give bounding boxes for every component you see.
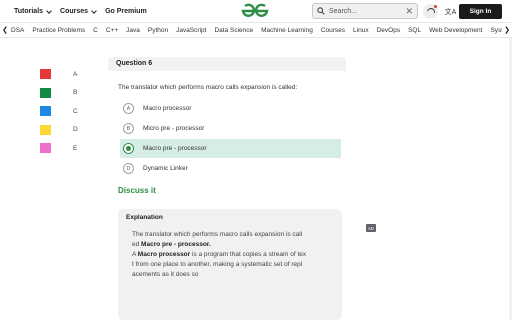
- category-item[interactable]: SQL: [408, 27, 421, 34]
- notification-dot: [434, 5, 437, 8]
- category-list: DSA Practice Problems C C++ Java Python JavaSc…: [10, 27, 502, 34]
- ad-badge[interactable]: AD: [366, 224, 376, 232]
- color-legend: A B C D E: [40, 65, 78, 158]
- courses-dropdown[interactable]: Courses: [60, 7, 97, 15]
- gfg-logo-icon[interactable]: [240, 2, 270, 20]
- legend-swatch: [40, 69, 51, 80]
- tutorials-dropdown[interactable]: Tutorials: [14, 7, 52, 15]
- go-premium-label: Go Premium: [105, 8, 147, 15]
- sign-in-button[interactable]: Sign In: [459, 4, 502, 19]
- legend-row: C: [40, 102, 78, 121]
- explanation-title: Explanation: [126, 214, 163, 221]
- translate-button[interactable]: 文A: [443, 4, 458, 19]
- legend-row: B: [40, 84, 78, 103]
- question-card: Question 6 The translator which performs…: [108, 57, 346, 320]
- category-item[interactable]: Courses: [321, 27, 345, 34]
- category-item[interactable]: C: [93, 27, 98, 34]
- legend-swatch: [40, 87, 51, 98]
- top-navbar: Tutorials Courses Go Premium Search... ✕…: [0, 0, 512, 23]
- answer-option-c[interactable]: Macro pre - processor: [120, 139, 341, 158]
- answer-option-a[interactable]: A Macro processor: [120, 99, 341, 118]
- search-box[interactable]: Search... ✕: [312, 3, 418, 19]
- dark-mode-toggle[interactable]: [423, 4, 438, 19]
- legend-row: D: [40, 121, 78, 140]
- explanation-panel: Explanation The translator which perform…: [118, 209, 342, 320]
- translate-icon: 文A: [444, 8, 457, 16]
- legend-label: B: [73, 89, 78, 97]
- category-item[interactable]: Machine Learning: [261, 27, 313, 34]
- option-text: Dynamic Linker: [143, 165, 188, 172]
- question-title: Question 6: [108, 57, 346, 71]
- search-input[interactable]: Search...: [329, 8, 405, 15]
- category-item[interactable]: JavaScript: [176, 27, 206, 34]
- category-item[interactable]: Linux: [353, 27, 369, 34]
- search-icon: [317, 7, 325, 15]
- discuss-link[interactable]: Discuss it: [118, 186, 156, 195]
- chevron-down-icon: [46, 7, 52, 14]
- question-text: The translator which performs macro call…: [118, 84, 298, 91]
- category-item[interactable]: Data Science: [214, 27, 253, 34]
- go-premium-link[interactable]: Go Premium: [105, 8, 147, 15]
- legend-label: C: [73, 107, 78, 115]
- explanation-text: The translator which performs macro call…: [132, 231, 307, 278]
- option-text: Micro pre - processor: [143, 125, 205, 132]
- radio-icon: D: [123, 163, 134, 174]
- chevron-right-icon[interactable]: ❯: [502, 26, 512, 34]
- radio-icon: B: [123, 123, 134, 134]
- category-item[interactable]: C++: [106, 27, 118, 34]
- legend-swatch: [40, 124, 51, 135]
- tutorials-label: Tutorials: [14, 8, 44, 15]
- legend-label: E: [73, 144, 78, 152]
- legend-label: A: [73, 70, 78, 78]
- legend-row: E: [40, 139, 78, 158]
- option-text: Macro processor: [143, 105, 192, 112]
- radio-selected-icon: [123, 143, 134, 154]
- chevron-left-icon[interactable]: ❮: [0, 26, 10, 34]
- chevron-down-icon: [91, 7, 97, 14]
- option-text: Macro pre - processor: [143, 145, 207, 152]
- category-item[interactable]: Java: [126, 27, 140, 34]
- legend-swatch: [40, 106, 51, 117]
- legend-row: A: [40, 65, 78, 84]
- radio-icon: A: [123, 103, 134, 114]
- category-item[interactable]: DSA: [11, 27, 24, 34]
- category-bar: ❮ DSA Practice Problems C C++ Java Python Java…: [0, 23, 512, 38]
- answer-option-d[interactable]: D Dynamic Linker: [120, 159, 341, 178]
- courses-label: Courses: [60, 8, 89, 15]
- category-item[interactable]: Python: [148, 27, 168, 34]
- legend-label: D: [73, 126, 78, 134]
- category-item[interactable]: Web Development: [429, 27, 482, 34]
- legend-swatch: [40, 143, 51, 154]
- category-item[interactable]: DevOps: [377, 27, 400, 34]
- close-icon[interactable]: ✕: [405, 6, 413, 17]
- nav-menu: Tutorials Courses Go Premium: [14, 0, 147, 23]
- category-item[interactable]: Practice Problems: [32, 27, 85, 34]
- category-item[interactable]: System Design: [490, 27, 502, 34]
- answer-option-b[interactable]: B Micro pre - processor: [120, 119, 341, 138]
